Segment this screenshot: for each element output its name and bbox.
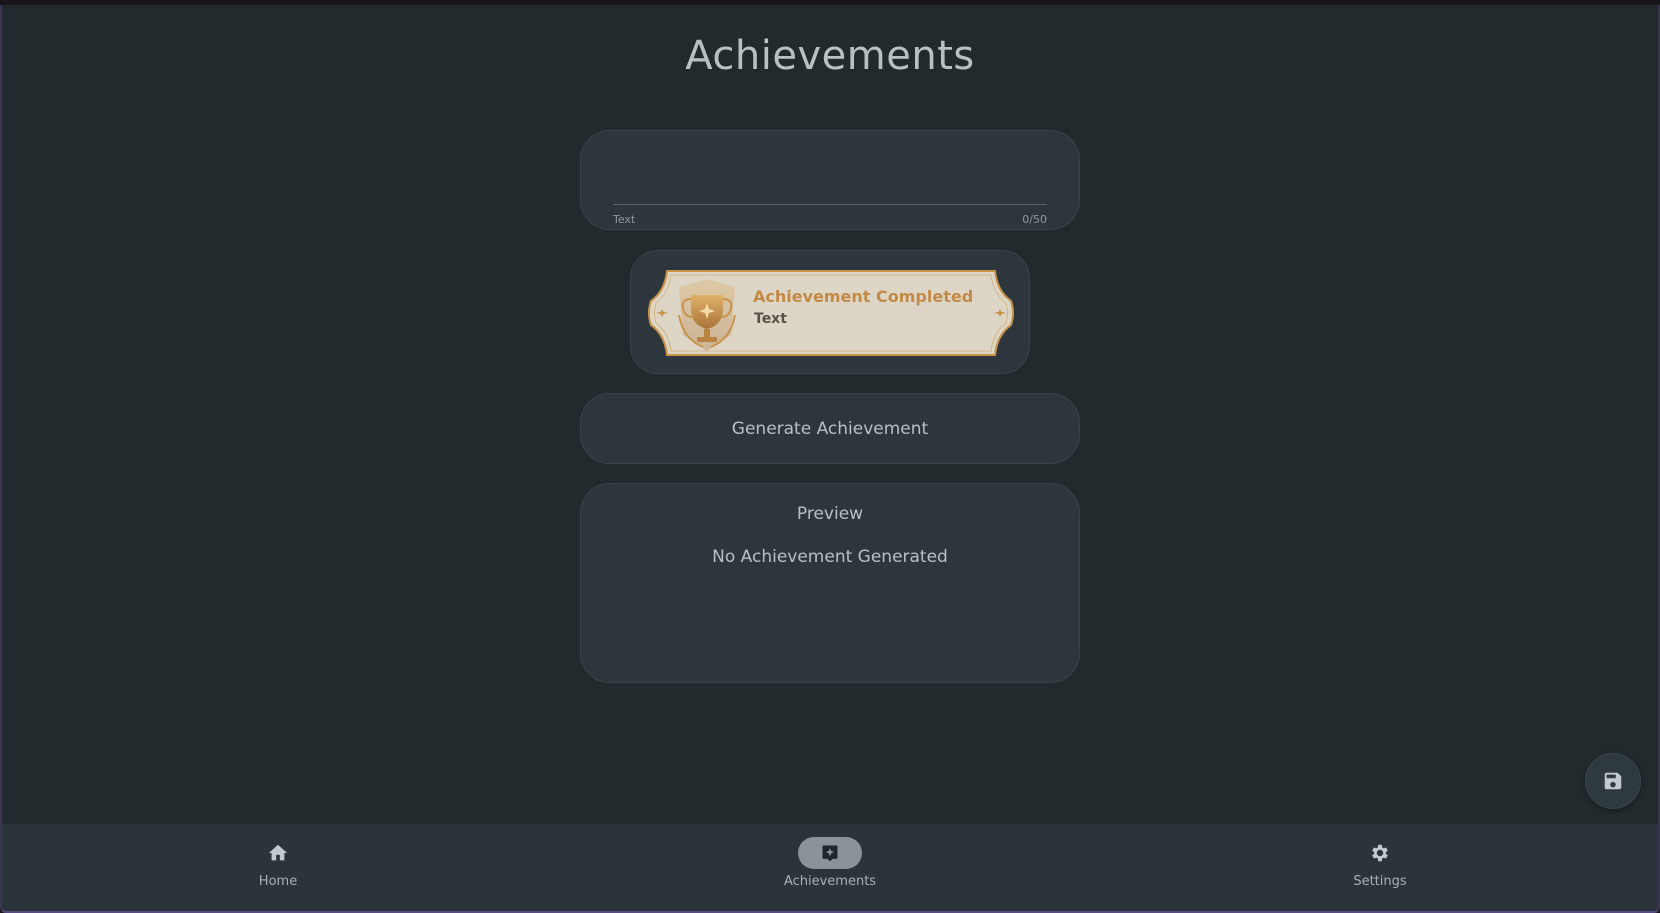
nav-item-settings[interactable]: Settings [1310,824,1450,911]
save-button[interactable] [1585,753,1641,809]
nav-label-home: Home [258,874,298,889]
gear-icon [1372,844,1388,862]
preview-title: Preview [796,504,864,524]
nav-label-achievements: Achievements [783,874,877,889]
generate-achievement-label: Generate Achievement [731,418,929,439]
banner-heading: Achievement Completed [753,287,973,306]
nav-item-achievements[interactable]: Achievements [760,824,900,911]
save-icon [1604,772,1622,790]
nav-label-settings: Settings [1353,874,1407,889]
input-underline [613,204,1047,205]
nav-item-home[interactable]: Home [208,824,348,911]
generate-achievement-button[interactable]: Generate Achievement [580,393,1080,464]
input-label: Text [613,213,636,226]
input-character-counter: 0/50 [1022,213,1047,226]
achievement-banner: Achievement Completed Text [648,270,1014,356]
nav-active-indicator [798,837,862,869]
page-title: Achievements [685,33,975,79]
preview-empty-message: No Achievement Generated [712,547,948,567]
achievement-banner-card: Achievement Completed Text [630,250,1030,374]
achievement-icon [822,845,838,862]
preview-panel: Preview No Achievement Generated [580,483,1080,683]
app-window: Achievements Text 0/50 Achievement Compl… [0,5,1660,913]
text-input-field[interactable]: Text 0/50 [580,130,1080,230]
bottom-navigation: Home Achievements Settings [2,824,1658,911]
home-icon [268,844,288,861]
banner-subtext: Text [754,311,787,327]
